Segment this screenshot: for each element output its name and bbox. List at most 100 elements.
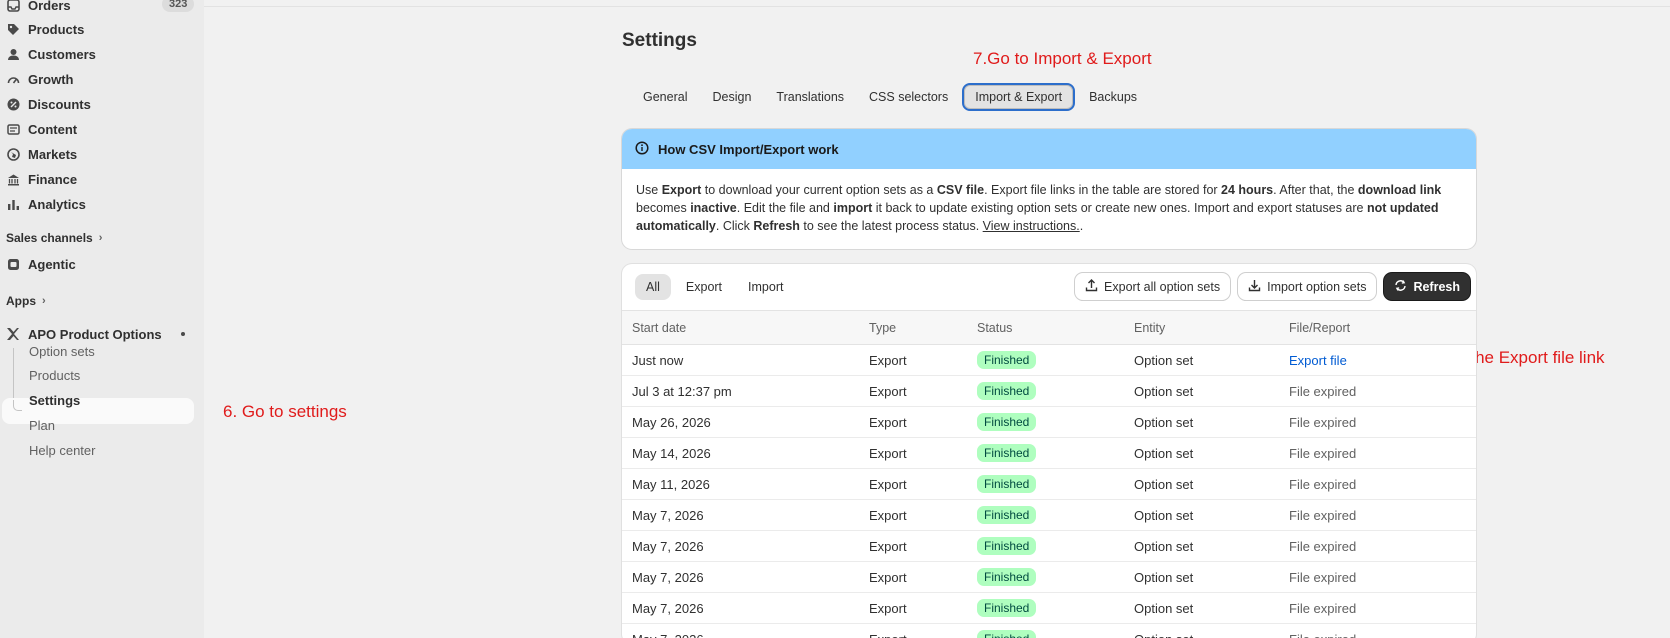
tab-backups[interactable]: Backups [1078,83,1148,111]
tab-general[interactable]: General [632,83,698,111]
import-label: Import option sets [1267,279,1367,294]
cell-start-date: May 7, 2026 [622,623,869,638]
annotation-step-6: 6. Go to settings [223,402,347,421]
info-banner: How CSV Import/Export work Use Export to… [622,129,1476,249]
table-row: May 7, 2026ExportFinished Option setFile … [622,623,1476,638]
cell-entity: Option set [1134,375,1289,407]
filter-import[interactable]: Import [737,274,794,300]
globe-icon [6,147,20,161]
status-badge: Finished [977,506,1037,524]
pin-dot-icon [181,332,185,336]
sales-channels-section[interactable]: Sales channels › [6,231,102,245]
cell-entity: Option set [1134,623,1289,638]
banner-header: How CSV Import/Export work [622,129,1476,169]
cell-start-date: Just now [622,344,869,376]
cell-type: Export [869,406,977,438]
sidebar-item-markets[interactable]: Markets [4,142,77,166]
cell-status: Finished [977,623,1134,638]
banner-text: to download your current option sets as … [701,183,937,197]
apps-section[interactable]: Apps › [6,294,46,308]
cell-file-report: File expired [1289,530,1476,562]
sidebar-item-label: Analytics [28,196,86,212]
sidebar-item-analytics[interactable]: Analytics [4,192,86,216]
cell-type: Export [869,344,977,376]
view-instructions-link[interactable]: View instructions. [983,219,1080,233]
chevron-right-icon: › [42,295,46,307]
cell-entity: Option set [1134,592,1289,624]
table-row: May 14, 2026 Export Finished Option set File… [622,437,1476,469]
table-row: Just now Export Finished Option set Export f… [622,344,1476,376]
sidebar-item-label: Finance [28,171,78,187]
cell-file-report: File expired [1289,499,1476,531]
cell-file-report: File expired [1289,468,1476,500]
sidebar-item-content[interactable]: Content [4,117,77,141]
column-header-start-date: Start date [622,310,869,345]
status-badge: Finished [977,568,1037,586]
filter-bar: All Export Import Export all option sets… [622,264,1476,310]
banner-bold: import [833,201,873,215]
sidebar-item-discounts[interactable]: Discounts [4,92,91,116]
cell-status: Finished [977,499,1134,531]
table-row: May 26, 2026 Export Finished Option set File… [622,406,1476,438]
cell-start-date: May 14, 2026 [622,437,869,469]
cell-type: Export [869,499,977,531]
cell-type: Export [869,561,977,593]
tab-css-selectors[interactable]: CSS selectors [858,83,959,111]
sidebar-subitem-products[interactable]: Products [29,364,80,386]
file-expired-text: File expired [1289,538,1357,554]
import-export-table: Start date Type Status Entity File/Repor… [622,310,1476,638]
refresh-button[interactable]: Refresh [1384,273,1470,300]
sidebar-subitem-option-sets[interactable]: Option sets [29,340,95,362]
column-header-status: Status [977,310,1134,345]
import-export-card: All Export Import Export all option sets… [622,264,1476,638]
column-header-entity: Entity [1134,310,1289,345]
sidebar-item-agentic[interactable]: Agentic [4,252,76,276]
tab-design[interactable]: Design [701,83,762,111]
table-row: May 7, 2026ExportFinished Option setFile … [622,499,1476,531]
cell-start-date: May 11, 2026 [622,468,869,500]
cell-status: Finished [977,530,1134,562]
cell-file-report: File expired [1289,592,1476,624]
filter-export[interactable]: Export [675,274,733,300]
cell-start-date: Jul 3 at 12:37 pm [622,375,869,407]
status-badge: Finished [977,444,1037,462]
export-all-button[interactable]: Export all option sets [1075,273,1231,300]
sidebar-item-label: Orders [28,0,71,13]
sidebar-subitem-settings[interactable]: Settings [29,389,80,411]
cell-entity: Option set [1134,437,1289,469]
refresh-label: Refresh [1413,279,1460,294]
sidebar-item-growth[interactable]: Growth [4,67,74,91]
table-header-row: Start date Type Status Entity File/Repor… [622,310,1476,345]
sidebar-item-products[interactable]: Products [4,17,84,41]
status-badge: Finished [977,537,1037,555]
sidebar-subitem-help-center[interactable]: Help center [29,439,95,461]
banner-bold: download link [1357,183,1442,197]
import-button[interactable]: Import option sets [1238,273,1377,300]
agentic-icon [6,257,20,271]
cell-start-date: May 7, 2026 [622,592,869,624]
chevron-right-icon: › [98,232,103,244]
tag-icon [6,22,20,36]
filter-all[interactable]: All [635,274,671,300]
cell-file-report: File expired [1289,375,1476,407]
sidebar-item-orders[interactable]: Orders 323 [4,0,195,17]
cell-entity: Option set [1134,499,1289,531]
table-row: May 11, 2026 Export Finished Option set File… [622,468,1476,500]
bank-icon [6,172,20,186]
banner-text: . After that, the [1273,183,1358,197]
banner-text: . Click [715,219,754,233]
sidebar-item-label: Content [28,121,78,137]
cell-file-report: File expired [1289,437,1476,469]
sidebar-subitem-plan[interactable]: Plan [29,414,55,436]
growth-icon [6,72,20,86]
cell-file-report: File expired [1289,561,1476,593]
export-file-link[interactable]: Export file [1289,353,1347,368]
cell-start-date: May 7, 2026 [622,530,869,562]
column-header-file-report: File/Report [1289,310,1476,345]
sidebar-item-customers[interactable]: Customers [4,42,96,66]
tab-import-export[interactable]: Import & Export [962,83,1076,111]
tab-translations[interactable]: Translations [765,83,855,111]
banner-bold: 24 hours [1221,183,1274,197]
sidebar-item-label: Products [28,21,85,37]
sidebar-item-finance[interactable]: Finance [4,167,77,191]
